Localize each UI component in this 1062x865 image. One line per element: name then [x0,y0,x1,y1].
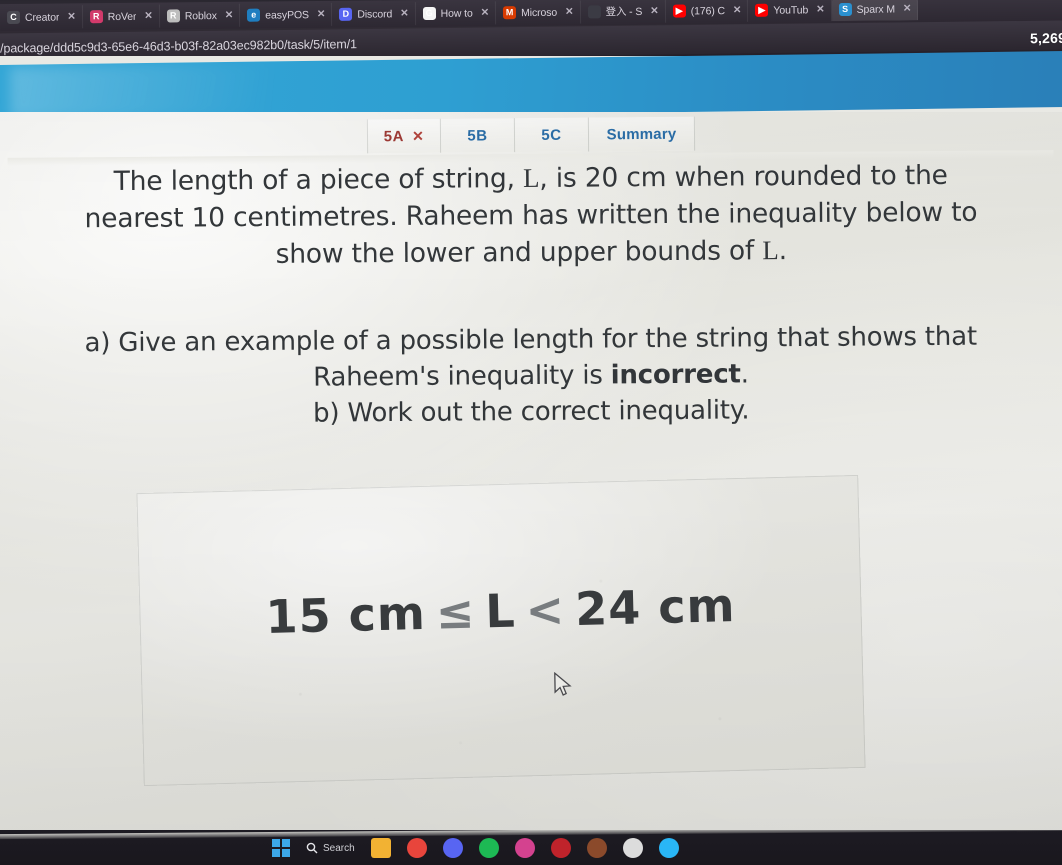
close-icon[interactable]: ✕ [317,9,325,20]
app-brown-icon[interactable] [586,838,607,858]
xp-counter: 5,269 [1029,29,1062,47]
browser-tab-label: YouTub [773,3,809,17]
chrome-icon: G [422,6,436,21]
browser-tab-label: RoVer [107,10,137,23]
taskbar-items[interactable]: Search [272,838,679,858]
part-a-prefix: Raheem's inequality is [313,360,611,393]
question-statement: The length of a piece of string, L, is 2… [8,156,1055,275]
close-icon[interactable]: ✕ [816,4,824,15]
lower-bound-value: 15 cm [264,585,427,644]
browser-tab-label: Microso [521,6,558,19]
search-icon [306,842,318,854]
question-part-a-line1: a) Give an example of a possible length … [84,321,977,359]
less-than-or-equal-operator: ≤ [435,584,477,640]
close-icon[interactable]: ✕ [400,8,408,19]
app-header-bar [0,50,1062,122]
browser-tab-2[interactable]: R Roblox ✕ [159,3,241,28]
browser-tab-label: Roblox [184,9,217,22]
part-a-suffix: . [740,359,749,390]
browser-tab-label: Sparx M [856,3,896,16]
creator-icon: C [6,10,21,25]
close-icon[interactable]: ✕ [650,6,658,17]
browser-tab-9[interactable]: ▶ YouTub ✕ [748,0,832,22]
question-parts: a) Give an example of a possible length … [8,318,1055,434]
variable-L: L [762,235,779,266]
variable-L: L [522,162,540,194]
browser-tab-4[interactable]: D Discord ✕ [332,2,416,26]
sparx-icon: S [838,2,852,17]
app-pink-icon[interactable] [514,838,535,858]
close-icon[interactable]: ✕ [481,7,489,18]
chrome-icon[interactable] [406,838,427,858]
browser-tab-label: Creator [24,11,60,24]
worksheet-image: 15 cm ≤ L <24 cm [136,474,866,787]
question-tab-label: 5A [383,127,405,145]
incorrect-emphasis: incorrect [610,359,741,391]
file-explorer-icon[interactable] [370,838,391,858]
telegram-icon[interactable] [658,838,679,858]
youtube-icon: ▶ [755,3,769,17]
variable-L-symbol: L [484,583,517,639]
browser-tab-1[interactable]: R RoVer ✕ [82,4,160,29]
browser-tab-6[interactable]: M Microso ✕ [495,0,581,25]
rover-icon: R [89,10,103,24]
taskbar-search-label: Search [323,842,355,854]
close-icon[interactable]: ✕ [225,10,233,21]
youtube-icon: ▶ [672,4,686,18]
browser-tab-label: How to [440,7,473,20]
paper-plane-icon[interactable] [622,838,643,858]
question-tab-5c[interactable]: 5C [514,117,590,153]
browser-tab-7[interactable]: 登入 - S ✕ [580,0,666,24]
browser-tab-label: (176) C [690,4,726,17]
question-tab-summary[interactable]: Summary [588,116,696,152]
spotify-icon[interactable] [478,838,499,858]
question-line3-b: . [778,235,787,267]
browser-tab-label: easyPOS [265,8,309,22]
taskbar-app-icons[interactable] [370,838,679,858]
browser-tab-5[interactable]: G How to ✕ [415,1,497,26]
windows-taskbar: Search [0,830,1062,865]
close-icon[interactable]: ✕ [565,7,573,18]
question-tab-row[interactable]: 5A ✕ 5B 5C Summary [0,113,1062,156]
question-part-b: b) Work out the correct inequality. [313,395,750,429]
close-icon[interactable]: ✕ [144,11,152,22]
browser-tab-3[interactable]: e easyPOS ✕ [240,2,333,27]
question-line2: nearest 10 centimetres. Raheem has writt… [84,196,978,235]
browser-tab-10[interactable]: S Sparx M ✕ [831,0,919,22]
less-than-operator: < [524,582,566,638]
question-line3-a: show the lower and upper bounds of [275,235,763,270]
taskbar-search[interactable]: Search [306,842,355,854]
roblox-icon: R [166,9,180,23]
discord-icon[interactable] [442,838,463,858]
close-icon[interactable]: ✕ [733,5,741,16]
browser-chrome: C Creator ✕ R RoVer ✕ R Roblox ✕ e easyPOS ✕ D Discor… [0,0,1062,56]
opera-icon[interactable] [550,838,571,858]
address-bar-url: /package/ddd5c9d3-65e6-46d3-b03f-82a03ec… [0,36,357,55]
start-button-icon[interactable] [272,839,290,857]
edge-icon: e [247,8,261,22]
question-line1-a: The length of a piece of string, [113,163,524,198]
browser-tab-label: 登入 - S [605,5,643,19]
browser-tab-0[interactable]: C Creator ✕ [0,5,83,30]
question-tab-5a[interactable]: 5A ✕ [366,118,442,154]
upper-bound-value: 24 cm [574,578,737,637]
question-tab-label: 5C [541,126,562,144]
question-page: 5A ✕ 5B 5C Summary The length of a piece of … [0,112,1062,830]
browser-tab-label: Discord [357,7,393,21]
microsoft-office-icon: M [503,6,517,20]
question-tab-label: 5B [467,126,488,145]
close-icon[interactable]: ✕ [903,3,911,14]
generic-page-icon [587,5,601,19]
discord-icon: D [339,7,353,21]
question-tab-5b[interactable]: 5B [440,118,516,153]
close-icon[interactable]: ✕ [67,11,75,22]
incorrect-mark-icon: ✕ [411,127,425,144]
question-line1-b: , is 20 cm when rounded to the [539,159,948,194]
browser-tab-8[interactable]: ▶ (176) C ✕ [665,0,749,23]
question-tab-label: Summary [606,125,677,143]
screen-glare [9,63,271,119]
